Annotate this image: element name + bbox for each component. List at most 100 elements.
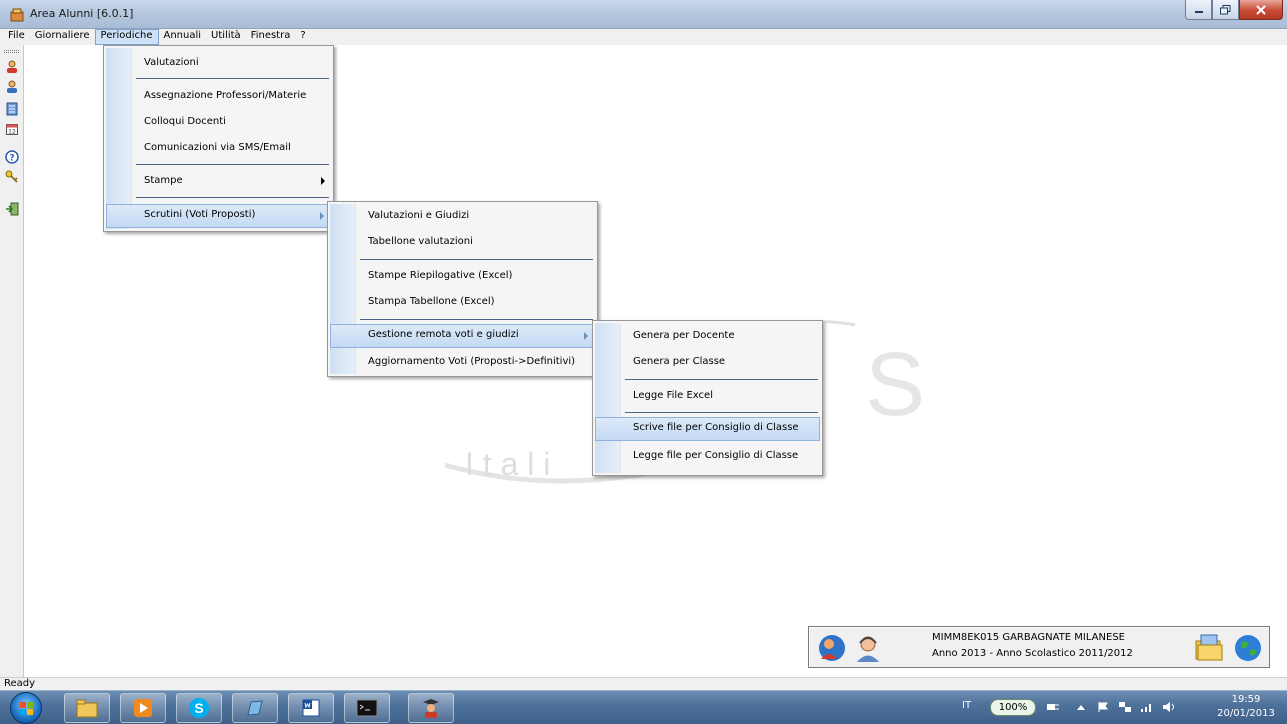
menu-item-legge-file-excel[interactable]: Legge File Excel [595,385,820,407]
action-center-flag-icon[interactable] [1096,700,1110,714]
menu-item-gestione-remota[interactable]: Gestione remota voti e giudizi [330,324,595,348]
taskbar-word-button[interactable] [288,693,334,723]
keyboard-language[interactable]: IT [962,700,971,711]
exit-icon [6,202,19,216]
title-bar[interactable]: Area Alunni [6.0.1] [0,0,1287,29]
menu-separator [136,78,329,79]
svg-text:S: S [194,700,203,716]
signal-bars-icon[interactable] [1140,700,1154,714]
toolbar-grip[interactable] [4,50,19,53]
submenu-arrow-icon [321,177,325,185]
toolbar-register-button[interactable] [4,101,20,117]
keys-icon [5,170,18,183]
menu-item-comunicazioni[interactable]: Comunicazioni via SMS/Email [106,137,331,159]
taskbar-area-alunni-button[interactable] [408,693,454,723]
show-hidden-icons-icon[interactable] [1074,700,1088,714]
toolbar-student-button[interactable] [4,59,20,75]
clock-date: 20/01/2013 [1217,708,1275,719]
svg-text:12: 12 [8,129,16,136]
menu-item-gestione-remota-label: Gestione remota voti e giudizi [368,329,519,340]
status-bar: Ready [0,677,1287,690]
teacher-icon [7,80,17,93]
student-user-icon [819,635,845,661]
submenu-arrow-icon [320,212,324,220]
taskbar: S IT 100% 19:59 20/01/2013 [0,690,1287,724]
skype-icon: S [189,698,209,718]
taskbar-cmd-button[interactable] [344,693,390,723]
menu-item-genera-per-classe[interactable]: Genera per Classe [595,351,820,373]
menu-separator [136,197,329,198]
student-icon [7,60,17,73]
support-user-icon [857,636,879,662]
taskbar-skype-button[interactable]: S [176,693,222,723]
menu-item-stampe-label: Stampe [144,175,183,186]
start-button[interactable] [10,692,42,724]
menu-item-legge-file-consiglio[interactable]: Legge file per Consiglio di Classe [595,445,820,467]
folder-documents-icon [1195,634,1223,661]
toolbar-exit-button[interactable] [4,201,20,217]
menu-item-stampe[interactable]: Stampe [106,170,331,192]
toolbar-keys-button[interactable] [4,169,20,185]
menu-file[interactable]: File [3,29,30,45]
close-button[interactable] [1239,0,1283,20]
system-clock[interactable]: 19:59 20/01/2013 [1216,693,1276,721]
menu-separator [136,164,329,165]
menu-item-colloqui-docenti[interactable]: Colloqui Docenti [106,111,331,133]
school-code-label: MIMM8EK015 GARBAGNATE MILANESE [932,632,1125,643]
volume-icon[interactable] [1162,700,1176,714]
menu-periodiche-dropdown: Valutazioni Assegnazione Professori/Mate… [103,45,334,232]
menu-utilita[interactable]: Utilità [206,29,246,45]
toolbar-help-button[interactable]: ? [4,149,20,165]
menu-periodiche[interactable]: Periodiche [94,29,159,45]
graduate-icon [423,699,439,718]
restore-icon [1220,4,1231,14]
menu-item-valutazioni-giudizi[interactable]: Valutazioni e Giudizi [330,205,595,227]
minimize-button[interactable] [1185,0,1212,20]
folder-icon [76,699,98,718]
menu-giornaliere[interactable]: Giornaliere [30,29,95,45]
menu-item-scrive-file-consiglio[interactable]: Scrive file per Consiglio di Classe [595,417,820,441]
register-icon [6,102,18,116]
power-plug-icon[interactable] [1046,700,1060,714]
toolbar-calendar-button[interactable]: 12 [4,121,20,137]
menu-help[interactable]: ? [295,29,310,45]
left-toolbar: 12 ? [0,45,24,677]
network-icon[interactable] [1118,700,1132,714]
calendar-icon: 12 [6,124,18,136]
terminal-icon [356,699,378,717]
globe-icon [1235,635,1261,661]
menu-item-genera-per-docente[interactable]: Genera per Docente [595,325,820,347]
menu-item-stampe-riepilogative[interactable]: Stampe Riepilogative (Excel) [330,265,595,287]
taskbar-explorer-button[interactable] [64,693,110,723]
menu-item-stampa-tabellone[interactable]: Stampa Tabellone (Excel) [330,291,595,313]
submenu-arrow-icon [584,332,588,340]
menu-bar: File Giornaliere Periodiche Annuali Util… [0,29,1287,45]
menu-item-aggiornamento-voti[interactable]: Aggiornamento Voti (Proposti->Definitivi… [330,351,595,373]
school-year-label: Anno 2013 - Anno Scolastico 2011/2012 [932,648,1133,659]
menu-scrutini-dropdown: Valutazioni e Giudizi Tabellone valutazi… [327,201,598,377]
toolbar-teacher-button[interactable] [4,79,20,95]
menu-item-scrutini-label: Scrutini (Voti Proposti) [144,209,256,220]
menu-item-scrutini[interactable]: Scrutini (Voti Proposti) [106,204,331,228]
menu-item-assegnazione-professori[interactable]: Assegnazione Professori/Materie [106,85,331,107]
close-icon [1256,4,1266,15]
menu-item-tabellone-valutazioni[interactable]: Tabellone valutazioni [330,231,595,253]
battery-indicator[interactable]: 100% [990,699,1036,716]
word-icon [302,699,320,717]
window-title: Area Alunni [6.0.1] [30,7,134,20]
school-info-panel: MIMM8EK015 GARBAGNATE MILANESE Anno 2013… [808,626,1270,668]
taskbar-notepad-button[interactable] [232,693,278,723]
menu-separator [625,412,818,413]
help-icon: ? [5,150,19,164]
status-text: Ready [4,678,36,689]
maximize-button[interactable] [1212,0,1239,20]
menu-separator [360,259,593,260]
clock-time: 19:59 [1231,694,1261,705]
menu-finestra[interactable]: Finestra [246,29,296,45]
media-player-icon [134,699,152,717]
taskbar-media-player-button[interactable] [120,693,166,723]
app-icon [10,8,24,22]
notepad-icon [247,700,263,716]
menu-item-valutazioni[interactable]: Valutazioni [106,52,331,74]
menu-annuali[interactable]: Annuali [159,29,207,45]
